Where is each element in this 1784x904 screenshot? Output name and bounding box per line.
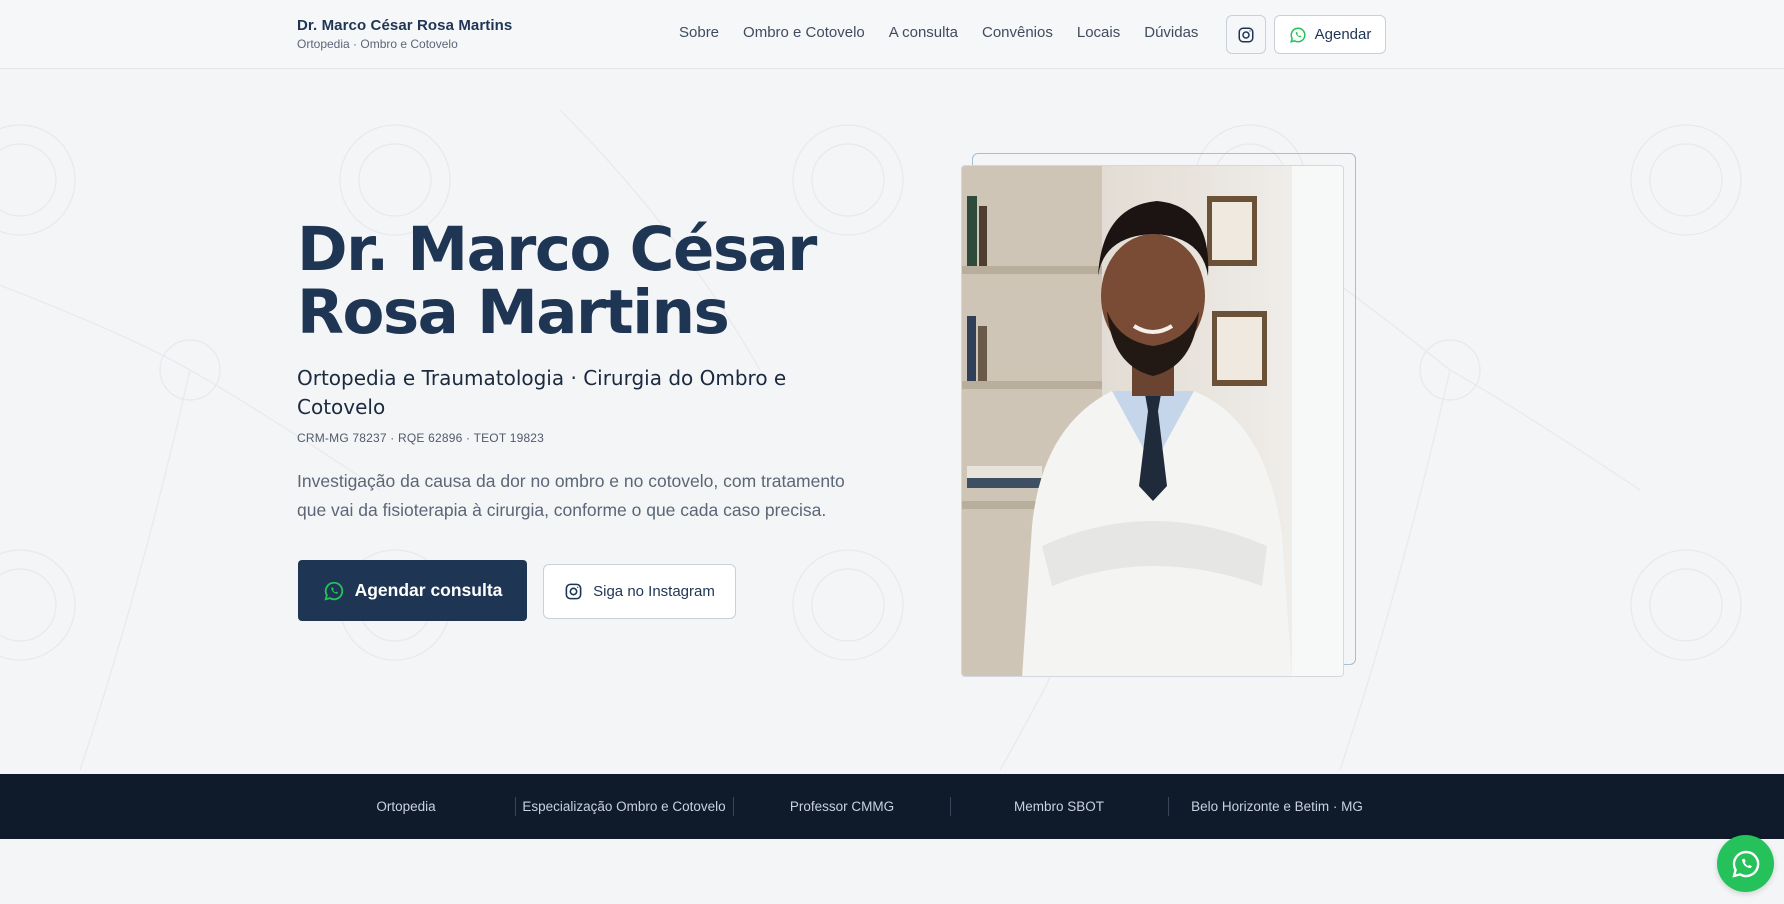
brand-name: Dr. Marco César Rosa Martins [297, 17, 513, 34]
whatsapp-icon [1731, 850, 1759, 878]
title-line-1: Dr. Marco César [297, 214, 817, 285]
site-header: Dr. Marco César Rosa Martins Ortopedia ·… [0, 0, 1784, 69]
nav-link-convenios[interactable]: Convênios [982, 24, 1053, 41]
registration-numbers: CRM-MG 78237 · RQE 62896 · TEOT 19823 [297, 431, 545, 445]
strip-item-professor: Professor CMMG [789, 799, 895, 814]
instagram-icon [1238, 27, 1254, 42]
strip-item-localizacao: Belo Horizonte e Betim · MG [1191, 799, 1363, 814]
agendar-consulta-button[interactable]: Agendar consulta [298, 560, 527, 621]
instagram-follow-button[interactable]: Siga no Instagram [543, 564, 736, 619]
strip-item-especializacao: Especialização Ombro e Cotovelo [522, 799, 726, 814]
nav-link-duvidas[interactable]: Dúvidas [1144, 24, 1198, 41]
nav-link-sobre[interactable]: Sobre [679, 24, 719, 41]
instagram-follow-label: Siga no Instagram [593, 583, 715, 600]
hero-description: Investigação da causa da dor no ombro e … [297, 471, 845, 520]
header-agendar-label: Agendar [1314, 26, 1372, 43]
hero-specialty: Ortopedia e Traumatologia · Cirurgia do … [297, 366, 787, 419]
instagram-icon [565, 583, 582, 600]
header-agendar-button[interactable]: Agendar [1274, 15, 1386, 54]
main-nav: Sobre Ombro e Cotovelo A consulta Convên… [679, 24, 1222, 41]
strip-item-ortopedia: Ortopedia [376, 799, 436, 814]
header-instagram-button[interactable] [1226, 15, 1266, 54]
nav-link-ombro-cotovelo[interactable]: Ombro e Cotovelo [743, 24, 865, 41]
whatsapp-icon [324, 581, 343, 601]
background-pattern [0, 70, 1784, 774]
agendar-consulta-label: Agendar consulta [354, 580, 503, 600]
brand[interactable]: Dr. Marco César Rosa Martins Ortopedia ·… [297, 17, 512, 51]
nav-link-consulta[interactable]: A consulta [889, 24, 958, 41]
title-line-2: Rosa Martins [297, 277, 730, 348]
floating-whatsapp-button[interactable] [1717, 835, 1774, 892]
brand-subtitle: Ortopedia · Ombro e Cotovelo [297, 37, 458, 51]
nav-link-locais[interactable]: Locais [1077, 24, 1120, 41]
credentials-strip: Ortopedia Especialização Ombro e Cotovel… [0, 774, 1784, 839]
whatsapp-icon [1289, 26, 1306, 43]
doctor-photo [961, 165, 1344, 677]
page-title: Dr. Marco César Rosa Martins [297, 218, 897, 344]
strip-item-membro-sbot: Membro SBOT [1013, 799, 1105, 814]
